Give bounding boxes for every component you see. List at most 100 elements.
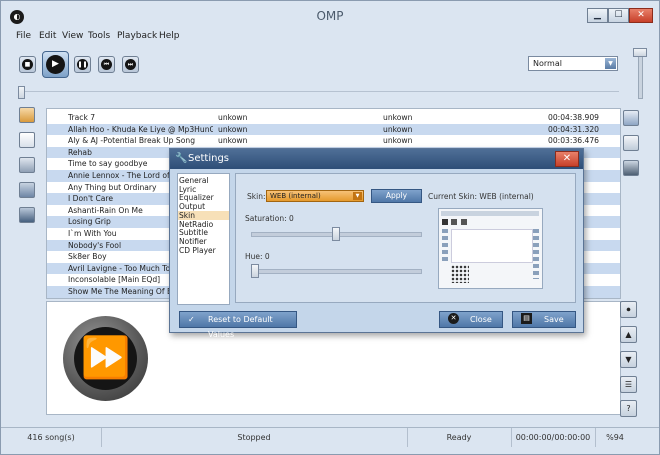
visualizer-icon[interactable] [623,110,639,126]
settings-category-skin[interactable]: Skin [178,210,229,220]
settings-close-button[interactable]: ✕ [555,151,579,167]
playback-state: Stopped [101,428,408,447]
time-display: 00:00:00/00:00:00 [511,428,596,447]
list-view-icon[interactable] [623,135,639,151]
settings-category-general[interactable]: General [178,176,229,185]
settings-category-notifier[interactable]: Notifier [178,237,229,246]
chevron-down-icon: ▼ [353,192,362,200]
title-bar: ◐ OMP ▁ ☐ ✕ [1,1,659,29]
reset-defaults-label: Reset to Default Values [208,315,273,339]
omp-window: ◐ OMP ▁ ☐ ✕ File Edit View Tools Playbac… [0,0,660,455]
seek-bar-knob[interactable] [18,86,25,99]
apply-button[interactable]: Apply [371,189,422,203]
table-row[interactable]: Allah Hoo - Khuda Ke Liye @ Mp3HunGam...… [47,123,620,136]
window-title: OMP [316,9,344,23]
menu-playback[interactable]: Playback [117,31,157,41]
cell-duration: 00:04:38.909 [548,113,600,122]
settings-category-output[interactable]: Output [178,202,229,211]
stop-side-button[interactable]: ⏺ [620,301,637,318]
equalizer-button[interactable]: ☰ [620,376,637,393]
settings-category-equalizer[interactable]: Equalizer [178,193,229,202]
stop-icon: ■ [22,59,33,70]
seek-bar[interactable] [23,91,619,92]
play-button[interactable]: ▶ [42,51,69,78]
ready-status: Ready [407,428,512,447]
saturation-label: Saturation: 0 [245,214,294,223]
playlist-icon[interactable] [19,107,35,123]
settings-title: Settings [188,153,230,164]
repeat-mode-value: Normal [533,59,562,68]
play-icon: ▶ [46,55,65,74]
notes-icon[interactable] [19,132,35,148]
check-icon: ✓ [188,315,195,324]
next-button[interactable]: ⏭ [122,56,139,73]
skin-label: Skin: [247,192,266,201]
previous-button[interactable]: ⏮ [98,56,115,73]
skin-select[interactable]: WEB (internal) ▼ [266,190,364,202]
skin-preview-image [438,208,543,289]
status-bar: 416 song(s) Stopped Ready 00:00:00/00:00… [1,427,659,447]
cell-album: unkown [383,124,413,134]
menu-view[interactable]: View [62,31,83,41]
menu-bar: File Edit View Tools Playback Help [1,29,659,45]
stop-button[interactable]: ■ [19,56,36,73]
video-icon[interactable] [19,207,35,223]
settings-category-lyric[interactable]: Lyric [178,185,229,194]
chevron-down-icon: ▼ [605,58,616,69]
settings-category-netradio[interactable]: NetRadio [178,220,229,229]
next-icon: ⏭ [125,59,136,70]
cell-artist: unkown [218,124,248,134]
settings-category-cd-player[interactable]: CD Player [178,246,229,255]
current-skin-label: Current Skin: WEB (internal) [428,192,534,201]
saturation-slider-knob[interactable] [332,227,340,241]
previous-icon: ⏮ [101,59,112,70]
hue-slider-knob[interactable] [251,264,259,278]
move-down-button[interactable]: ▼ [620,351,637,368]
close-button-label: Close [470,315,492,324]
move-up-button[interactable]: ▲ [620,326,637,343]
cell-artist: unkown [218,136,248,146]
settings-title-bar: 🔧 Settings ✕ [170,149,583,169]
reset-defaults-button[interactable]: ✓ Reset to Default Values [179,311,297,339]
search-icon[interactable] [623,160,639,176]
repeat-mode-select[interactable]: Normal ▼ [528,56,618,71]
close-icon: ✕ [448,313,459,324]
menu-file[interactable]: File [16,31,31,41]
settings-category-subtitle[interactable]: Subtitle [178,228,229,237]
radio-icon[interactable] [19,182,35,198]
settings-dialog: 🔧 Settings ✕ General Lyric Equalizer Output… [169,148,584,339]
cell-title: Allah Hoo - Khuda Ke Liye @ Mp3HunGam... [68,124,213,134]
volume-percent: %94 [606,433,624,442]
cell-title: Track 7 [68,113,96,122]
menu-tools[interactable]: Tools [88,31,110,41]
close-button[interactable]: ✕ [629,8,653,23]
settings-close-action-button[interactable]: ✕ Close [439,311,503,328]
minimize-button[interactable]: ▁ [587,8,608,23]
cell-duration: 00:04:31.320 [548,124,600,134]
hue-slider[interactable] [251,269,422,274]
song-count: 416 song(s) [1,428,102,447]
big-next-button[interactable]: ⏩ [63,316,148,401]
pause-icon: ❚❚ [77,59,88,70]
wrench-icon: 🔧 [175,153,188,164]
settings-category-list: General Lyric Equalizer Output Skin NetRadio S… [177,173,230,305]
menu-help[interactable]: Help [159,31,180,41]
cell-artist: unkown [218,113,248,122]
hue-label: Hue: 0 [245,252,270,261]
skin-select-value: WEB (internal) [270,192,321,200]
fast-forward-icon: ⏩ [74,327,137,390]
maximize-button[interactable]: ☐ [608,8,629,23]
cell-album: unkown [383,136,413,146]
menu-edit[interactable]: Edit [39,31,56,41]
cd-icon[interactable] [19,157,35,173]
cell-duration: 00:03:36.476 [548,136,600,146]
save-button[interactable]: ▤ Save [512,311,576,328]
help-button[interactable]: ? [620,400,637,417]
table-row[interactable]: Track 7 unkown unkown 00:04:38.909 [47,112,620,124]
volume-slider[interactable] [638,53,643,99]
cell-album: unkown [383,113,413,122]
cell-title: Aly & AJ -Potential Break Up Song [68,136,196,146]
pause-button[interactable]: ❚❚ [74,56,91,73]
volume-slider-knob[interactable] [633,48,647,57]
table-row[interactable]: Aly & AJ -Potential Break Up Song unkown u… [47,135,620,147]
